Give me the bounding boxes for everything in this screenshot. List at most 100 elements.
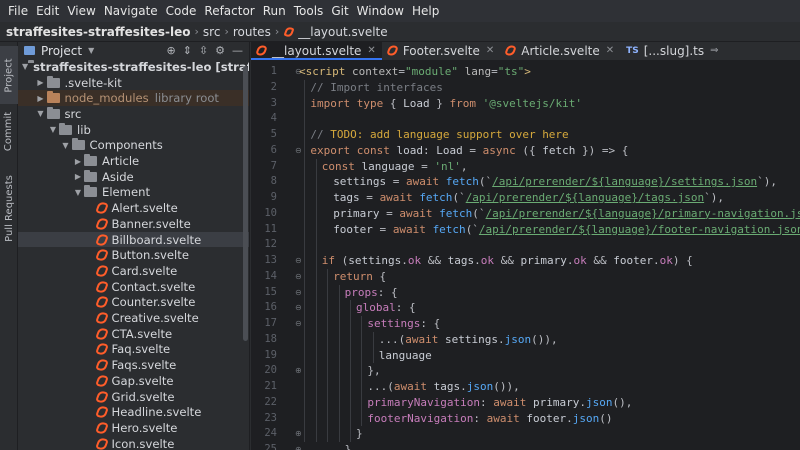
chevron-down-icon[interactable]: ▼ bbox=[35, 109, 47, 118]
code-token: `), bbox=[704, 191, 724, 204]
menu-help[interactable]: Help bbox=[408, 0, 443, 22]
project-scrollbar[interactable] bbox=[243, 66, 248, 341]
tree-file-item[interactable]: Hero.svelte bbox=[18, 420, 249, 436]
tree-file-item[interactable]: Contact.svelte bbox=[18, 279, 249, 295]
code-token: primaryNavigation bbox=[367, 395, 480, 409]
tree-file-item[interactable]: Counter.svelte bbox=[18, 294, 249, 311]
tree-file-item[interactable]: Banner.svelte bbox=[18, 216, 249, 232]
collapse-all-icon[interactable]: ⇳ bbox=[199, 42, 208, 59]
editor-tab[interactable]: __layout.svelte ✕ bbox=[251, 42, 382, 60]
minimize-icon[interactable]: — bbox=[232, 42, 243, 59]
tree-file-item[interactable]: Billboard.svelte bbox=[18, 231, 249, 248]
breadcrumb-project[interactable]: straffesites-straffesites-leo bbox=[6, 25, 191, 39]
close-icon[interactable]: ✕ bbox=[606, 45, 614, 56]
chevron-right-icon[interactable]: ▶ bbox=[35, 78, 47, 87]
chevron-right-icon[interactable]: ▶ bbox=[72, 157, 84, 166]
code-token: = bbox=[462, 143, 483, 157]
breadcrumb-routes[interactable]: routes bbox=[233, 25, 271, 39]
expand-all-icon[interactable]: ⇕ bbox=[183, 42, 192, 59]
line-number: 23 bbox=[264, 411, 277, 424]
code-token: `), bbox=[757, 175, 777, 189]
code-area[interactable]: <script context="module" lang="ts">// Im… bbox=[299, 62, 800, 450]
tree-item-label: Icon.svelte bbox=[111, 436, 175, 450]
chevron-down-icon[interactable]: ▼ bbox=[60, 141, 72, 150]
svelte-file-icon bbox=[94, 326, 109, 342]
tab-commit-tool-label: Commit bbox=[3, 111, 15, 151]
tree-file-item[interactable]: Card.svelte bbox=[18, 263, 249, 279]
code-token: }, bbox=[367, 364, 381, 378]
code-token: async bbox=[482, 143, 523, 157]
tree-file-item[interactable]: Faqs.svelte bbox=[18, 357, 249, 373]
menu-file[interactable]: File bbox=[4, 0, 32, 22]
close-icon[interactable]: ✕ bbox=[486, 45, 494, 56]
folder-icon bbox=[46, 75, 60, 88]
breadcrumb-file[interactable]: __layout.svelte bbox=[298, 25, 387, 39]
menu-code[interactable]: Code bbox=[162, 0, 201, 22]
menu-git[interactable]: Git bbox=[327, 0, 352, 22]
tree-item-label: Counter.svelte bbox=[111, 295, 196, 310]
tree-file-item[interactable]: Gap.svelte bbox=[18, 373, 249, 389]
tree-file-item[interactable]: Grid.svelte bbox=[18, 389, 249, 405]
code-token: await bbox=[405, 332, 446, 346]
line-number: 11 bbox=[264, 222, 277, 235]
chevron-right-icon[interactable]: ▶ bbox=[35, 94, 47, 103]
menu-tools[interactable]: Tools bbox=[290, 0, 328, 22]
folder-icon bbox=[59, 122, 72, 135]
svelte-file-icon bbox=[94, 263, 109, 279]
chevron-down-icon[interactable]: ▼ bbox=[22, 62, 28, 71]
folder-icon bbox=[46, 106, 60, 119]
line-number: 21 bbox=[264, 380, 277, 392]
tree-file-item[interactable]: Headline.svelte bbox=[18, 404, 249, 420]
chevron-down-icon[interactable]: ▼ bbox=[72, 188, 84, 197]
tree-folder-item[interactable]: ▼ src bbox=[18, 106, 249, 122]
editor-tab[interactable]: TS [...slug].ts ⇒ bbox=[620, 42, 724, 60]
tree-file-item[interactable]: Faq.svelte bbox=[18, 342, 249, 358]
menu-run[interactable]: Run bbox=[259, 0, 290, 22]
tabs-overflow-icon[interactable]: ⇒ bbox=[710, 45, 718, 56]
menu-edit[interactable]: Edit bbox=[32, 0, 63, 22]
code-token: . bbox=[401, 254, 408, 267]
locate-icon[interactable]: ⊕ bbox=[166, 42, 175, 59]
line-number: 12 bbox=[264, 238, 277, 251]
tool-window-stripe: Project Commit Pull Requests bbox=[0, 42, 18, 450]
tree-file-item[interactable]: CTA.svelte bbox=[18, 326, 249, 342]
line-number: 19 bbox=[264, 348, 277, 361]
tree-file-item[interactable]: Alert.svelte bbox=[18, 200, 249, 216]
editor-tab-label: Article.svelte bbox=[521, 43, 600, 58]
tree-file-item[interactable]: Icon.svelte bbox=[18, 436, 249, 450]
chevron-down-icon[interactable]: ▼ bbox=[47, 125, 59, 134]
tree-file-item[interactable]: Button.svelte bbox=[18, 247, 249, 263]
tree-folder-item[interactable]: ▼ Element bbox=[18, 185, 249, 201]
tree-folder-item[interactable]: ▶ .svelte-kit bbox=[18, 75, 249, 91]
tree-item-label: Contact.svelte bbox=[111, 279, 196, 294]
tab-pull-requests-tool[interactable]: Pull Requests bbox=[0, 162, 18, 254]
tree-folder-item[interactable]: ▶ node_modules library root bbox=[18, 90, 249, 107]
close-icon[interactable]: ✕ bbox=[367, 45, 375, 56]
tree-file-item[interactable]: Creative.svelte bbox=[18, 310, 249, 326]
tree-folder-item[interactable]: ▼straffesites-straffesites-leo[straffesi… bbox=[18, 59, 249, 75]
menu-navigate[interactable]: Navigate bbox=[100, 0, 162, 22]
chevron-right-icon[interactable]: ▶ bbox=[72, 172, 84, 181]
code-token: = bbox=[372, 222, 393, 236]
tab-project-tool[interactable]: Project bbox=[0, 46, 18, 104]
tree-folder-item[interactable]: ▼ Components bbox=[18, 138, 249, 154]
tree-item-label: Creative.svelte bbox=[111, 311, 199, 326]
code-token: primary bbox=[532, 395, 580, 409]
code-token: await bbox=[406, 175, 446, 189]
menu-refactor[interactable]: Refactor bbox=[200, 0, 258, 22]
breadcrumb-src[interactable]: src bbox=[203, 25, 221, 39]
tree-folder-item[interactable]: ▶ Article bbox=[18, 153, 249, 169]
menu-window[interactable]: Window bbox=[353, 0, 408, 22]
chevron-down-icon[interactable]: ▼ bbox=[88, 46, 94, 55]
menu-view[interactable]: View bbox=[63, 0, 99, 22]
project-panel-title[interactable]: Project bbox=[41, 44, 82, 58]
indent-guide bbox=[372, 331, 374, 364]
line-number: 8 bbox=[270, 175, 277, 188]
tree-folder-item[interactable]: ▼ lib bbox=[18, 122, 249, 138]
gear-icon[interactable]: ⚙ bbox=[215, 42, 225, 59]
folder-icon bbox=[46, 91, 60, 104]
editor-tab[interactable]: Footer.svelte ✕ bbox=[382, 42, 500, 60]
tree-folder-item[interactable]: ▶ Aside bbox=[18, 169, 249, 185]
tab-commit-tool[interactable]: Commit bbox=[0, 106, 18, 156]
editor-tab[interactable]: Article.svelte ✕ bbox=[500, 42, 620, 60]
